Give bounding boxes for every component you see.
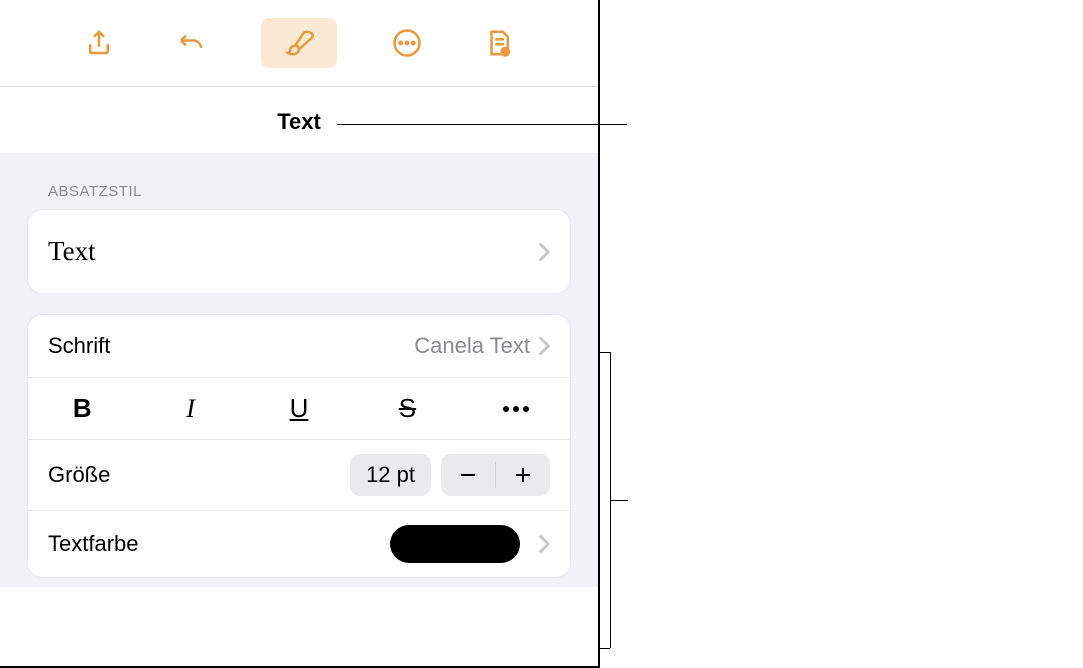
size-row: Größe 12 pt [28,439,570,510]
undo-button[interactable] [169,21,213,65]
top-toolbar [0,0,598,87]
callout-line [600,352,610,353]
document-eye-icon [484,28,514,58]
paragraph-style-row[interactable]: Text [28,210,570,293]
document-view-button[interactable] [477,21,521,65]
ellipsis-icon [502,405,530,413]
text-color-swatch[interactable] [390,525,520,563]
bold-button[interactable]: B [28,378,136,439]
more-circle-icon [392,28,422,58]
font-value: Canela Text [414,333,530,359]
callout-line [337,124,627,125]
size-stepper [441,454,550,496]
callout-line [610,500,628,501]
brush-icon [284,28,314,58]
paragraph-style-section-label: ABSATZSTIL [28,153,570,210]
underline-button[interactable]: U [245,378,353,439]
chevron-right-icon [538,242,550,262]
size-label: Größe [48,462,110,488]
format-brush-button[interactable] [261,18,337,68]
more-options-button[interactable] [385,21,429,65]
callout-line [600,648,610,649]
share-icon [84,28,114,58]
more-styles-button[interactable] [462,378,570,439]
size-increase-button[interactable] [496,454,550,496]
format-panel: Text ABSATZSTIL Text Schrift Canela Text [0,0,600,668]
font-label: Schrift [48,333,110,359]
font-settings-card: Schrift Canela Text B I U S [28,315,570,577]
paragraph-style-value: Text [48,236,96,267]
panel-body: Text ABSATZSTIL Text Schrift Canela Text [0,87,598,587]
text-style-buttons: B I U S [28,377,570,439]
size-value-button[interactable]: 12 pt [350,454,431,496]
text-color-row[interactable]: Textfarbe [28,510,570,577]
plus-icon [514,466,532,484]
text-color-label: Textfarbe [48,531,139,557]
font-row[interactable]: Schrift Canela Text [28,315,570,377]
chevron-right-icon [538,534,550,554]
minus-icon [459,466,477,484]
panel-title: Text [0,87,598,153]
strikethrough-button[interactable]: S [353,378,461,439]
chevron-right-icon [538,336,550,356]
undo-icon [176,28,206,58]
italic-button[interactable]: I [136,378,244,439]
paragraph-style-card: Text [28,210,570,293]
share-button[interactable] [77,21,121,65]
size-decrease-button[interactable] [441,454,495,496]
